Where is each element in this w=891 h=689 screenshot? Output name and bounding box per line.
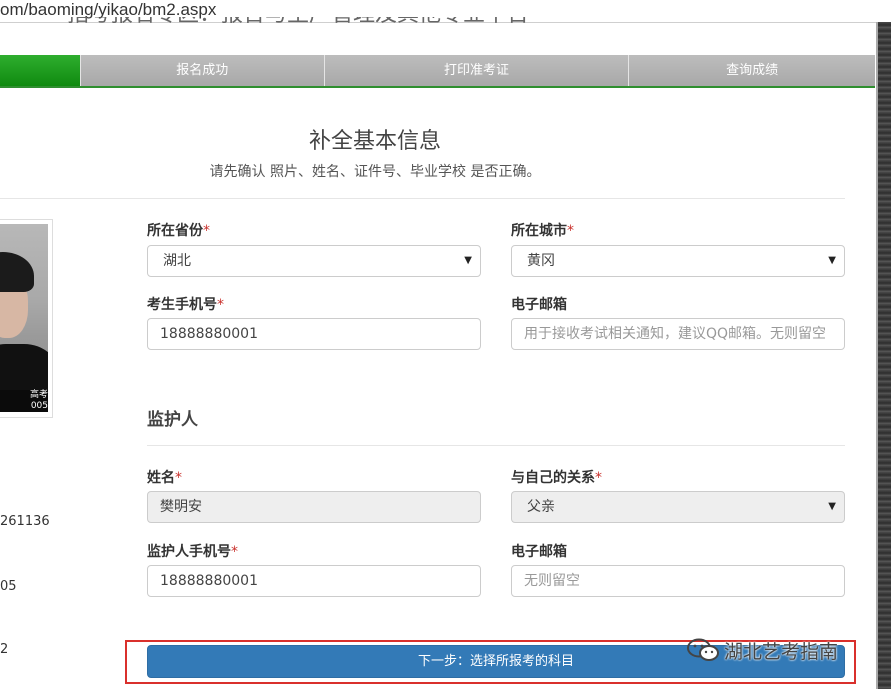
guardian-email-label: 电子邮箱 <box>511 544 567 560</box>
guardian-section-title: 监护人 <box>147 410 198 430</box>
form-title: 补全基本信息 <box>308 129 441 154</box>
province-select[interactable]: 湖北 ▼ <box>147 245 481 277</box>
watermark-text: 湖北艺考指南 <box>724 640 839 663</box>
step-progress-bar: 报名成功 打印准考证 查询成绩 <box>0 55 875 88</box>
watermark: 湖北艺考指南 <box>686 635 838 665</box>
city-label: 所在城市* <box>511 223 574 239</box>
site-title-text: **指考报名专区：报告与生产管理及其他专业平台 <box>45 17 529 27</box>
header-divider <box>0 198 845 199</box>
site-title: **指考报名专区：报告与生产管理及其他专业平台 <box>45 17 529 29</box>
left-info-id: 261136 <box>0 514 50 529</box>
left-info-other: 2 <box>0 642 9 657</box>
step-query-scores: 查询成绩 <box>628 55 875 86</box>
guardian-name-input[interactable]: 樊明安 <box>147 491 481 523</box>
phone-input[interactable]: 18888880001 <box>147 318 481 350</box>
email-label: 电子邮箱 <box>511 297 567 313</box>
city-select[interactable]: 黄冈 ▼ <box>511 245 845 277</box>
step-print-admission-ticket: 打印准考证 <box>323 55 629 86</box>
photo-caption: 高考 005 <box>0 390 48 412</box>
guardian-divider <box>147 445 845 446</box>
form-subtitle: 请先确认 照片、姓名、证件号、毕业学校 是否正确。 <box>209 164 541 180</box>
province-label: 所在省份* <box>147 223 210 239</box>
step-registration-success: 报名成功 <box>79 55 324 86</box>
left-info-date: 05 <box>0 579 17 594</box>
relation-select[interactable]: 父亲 ▼ <box>511 491 845 523</box>
relation-label: 与自己的关系* <box>511 470 602 486</box>
phone-label: 考生手机号* <box>147 297 224 313</box>
guardian-phone-label: 监护人手机号* <box>147 544 238 560</box>
caret-down-icon: ▼ <box>828 501 836 512</box>
email-input[interactable]: 用于接收考试相关通知，建议QQ邮箱。无则留空 <box>511 318 845 350</box>
guardian-phone-input[interactable]: 18888880001 <box>147 565 481 597</box>
wechat-icon <box>687 638 719 661</box>
caret-down-icon: ▼ <box>828 255 836 266</box>
caret-down-icon: ▼ <box>464 255 472 266</box>
candidate-photo: 高考 005 <box>0 224 48 412</box>
form-header: 补全基本信息 请先确认 照片、姓名、证件号、毕业学校 是否正确。 <box>0 120 750 181</box>
guardian-email-input[interactable]: 无则留空 <box>511 565 845 597</box>
candidate-photo-frame: 高考 005 <box>0 219 53 418</box>
window-edge <box>876 22 891 689</box>
guardian-name-label: 姓名* <box>147 470 182 486</box>
step-current <box>0 55 80 86</box>
